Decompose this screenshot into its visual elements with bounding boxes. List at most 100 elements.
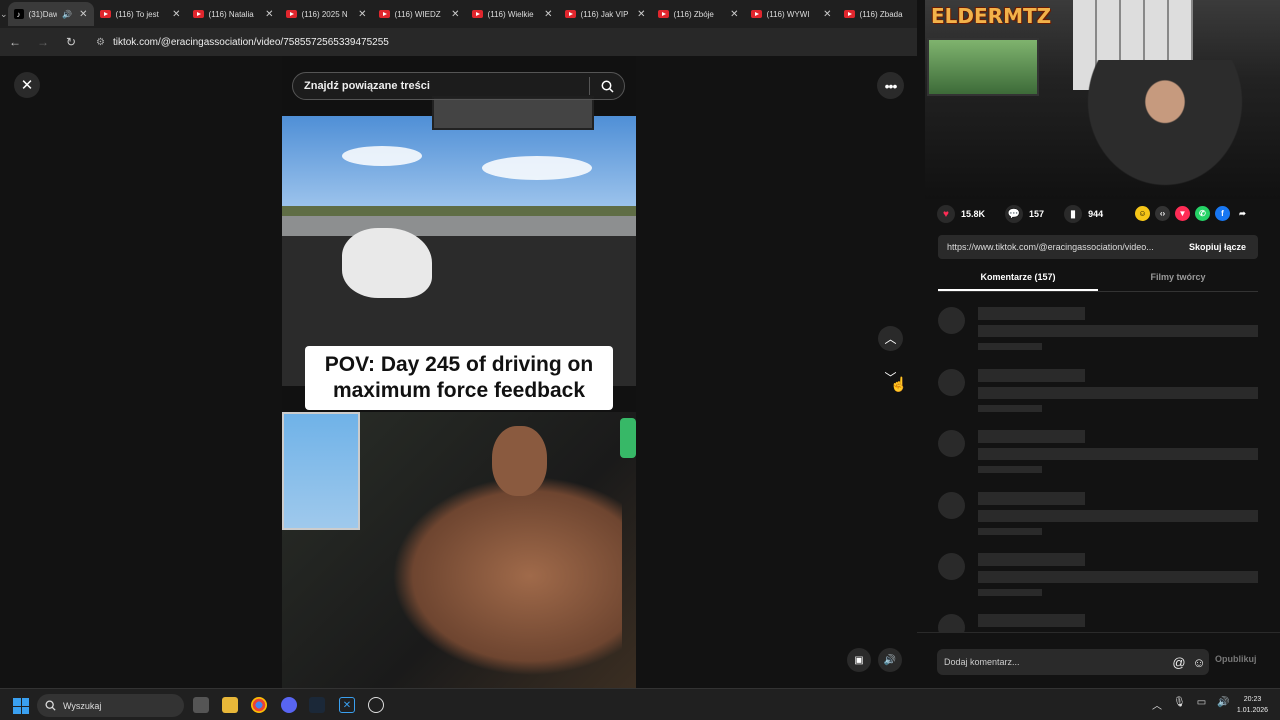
clock[interactable]: 20:23 1.01.2026 [1230,694,1275,716]
video-driver-head [492,426,547,496]
windows-start-icon[interactable] [13,698,29,714]
emoji-icon[interactable]: ☺ [1189,655,1209,670]
tab-title: (31)Daw [28,9,58,19]
like-count: 15.8K [961,209,986,219]
app-icon[interactable]: ✕ [339,697,355,713]
url-field[interactable]: ⚙ tiktok.com/@eracingassociation/video/7… [96,37,389,48]
repost-icon[interactable]: ▼ [1175,206,1190,221]
discord-icon[interactable] [281,697,297,713]
webcam-overlay: ELDERMTZ [925,0,1280,199]
tiktok-icon: ♪ [13,9,24,19]
video-green-light [620,418,636,458]
tab-title: (116) Wielkie [487,9,534,19]
share-link[interactable]: https://www.tiktok.com/@eracingassociati… [938,242,1177,252]
tab-search-chevron-icon[interactable]: ⌄ [0,0,8,28]
bookmark-icon[interactable]: ▮ [1064,205,1083,223]
tab-title: (116) To jest [115,9,159,19]
search-icon[interactable] [590,80,624,93]
taskbar-search[interactable]: Wyszukaj [37,694,184,717]
volume-icon[interactable]: 🔊 [878,648,902,672]
reload-icon[interactable]: ↻ [64,35,78,49]
display-icon[interactable]: ▭ [1197,697,1206,712]
comment-placeholder[interactable]: Dodaj komentarz... [944,657,1169,667]
browser-tab[interactable]: (116) Natalia ✕ [187,2,280,26]
tab-comments[interactable]: Komentarze (157) [938,266,1098,291]
tray-chevron-icon[interactable]: ︿ [1152,697,1162,712]
more-options-icon[interactable]: ••• [877,72,904,99]
comment-icon[interactable]: 💬 [1005,205,1024,223]
browser-tab[interactable]: (116) To jest ✕ [94,2,187,26]
close-tab-icon[interactable]: ✕ [823,9,831,20]
webcam-aquarium [927,38,1039,96]
mouse-pointer-icon: ☝ [890,376,908,392]
video-caption: POV: Day 245 of driving on maximum force… [305,346,613,410]
browser-tab[interactable]: (116) Zbóje ✕ [652,2,745,26]
facebook-icon[interactable]: f [1215,206,1230,221]
save-count: 944 [1088,209,1104,219]
close-tab-icon[interactable]: ✕ [79,9,87,20]
browser-tab[interactable]: (116) WYWI ✕ [745,2,838,26]
taskbar-search-placeholder[interactable]: Wyszukaj [63,701,101,711]
mention-icon[interactable]: @ [1169,655,1189,670]
browser-tab[interactable]: (116) WIEDZ ✕ [373,2,466,26]
share-arrow-icon[interactable]: ➦ [1235,206,1250,221]
browser-tab[interactable]: (116) 2025 N ✕ [280,2,373,26]
back-icon[interactable]: ← [8,35,22,49]
share-icons: ☺ ‹› ▼ ✆ f ➦ [1135,206,1250,221]
tab-title: (116) WIEDZ [394,9,441,19]
obs-icon[interactable] [368,697,384,713]
video-driver [392,476,622,676]
close-tab-icon[interactable]: ✕ [730,9,738,20]
search-input[interactable]: Znajdź powiązane treści [293,80,589,92]
close-icon[interactable]: ✕ [14,72,40,98]
like-icon[interactable]: ♥ [937,205,955,223]
video-cloud [482,156,592,180]
task-view-icon[interactable] [193,697,209,713]
youtube-icon [564,10,576,18]
youtube-icon [285,10,297,18]
url-text[interactable]: tiktok.com/@eracingassociation/video/758… [113,37,389,48]
previous-video-icon[interactable]: ︿ [878,326,903,351]
browser-tab[interactable]: (116) Jak VIP ✕ [559,2,652,26]
close-tab-icon[interactable]: ✕ [544,9,552,20]
post-button[interactable]: Opublikuj [1215,654,1257,664]
close-tab-icon[interactable]: ✕ [172,9,180,20]
steam-icon[interactable] [309,697,325,713]
comment-skeleton [938,369,1258,419]
close-tab-icon[interactable]: ✕ [265,9,273,20]
browser-tab[interactable]: ♪ (31)Daw 🔊 ✕ [7,2,94,26]
time-text: 20:23 [1243,696,1262,703]
close-tab-icon[interactable]: ✕ [637,9,645,20]
tab-title: (116) Natalia [208,9,254,19]
copy-link-button[interactable]: Skopiuj łącze [1177,242,1258,252]
browser-tab[interactable]: (116) Zbada [838,2,925,26]
browser-tab-strip: ⌄ ♪ (31)Daw 🔊 ✕ (116) To jest ✕ (116) Nat… [0,0,925,28]
tab-creator-videos[interactable]: Filmy twórcy [1098,266,1258,291]
floating-player-icon[interactable]: ▣ [847,648,871,672]
site-settings-icon[interactable]: ⚙ [96,37,105,48]
youtube-icon [750,10,762,18]
microphone-icon[interactable]: 🎙 [1173,697,1186,712]
volume-icon[interactable]: 🔊 [1217,697,1229,712]
comment-input[interactable]: Dodaj komentarz... @ ☺ [937,649,1209,675]
browser-tab[interactable]: (116) Wielkie ✕ [466,2,559,26]
whatsapp-icon[interactable]: ✆ [1195,206,1210,221]
video-player[interactable]: POV: Day 245 of driving on maximum force… [282,56,636,688]
tab-title: (116) Zbóje [673,9,714,19]
comment-count: 157 [1029,209,1045,219]
coin-icon[interactable]: ☺ [1135,206,1150,221]
chrome-icon[interactable] [251,697,267,713]
youtube-icon [471,10,483,18]
related-search-bar[interactable]: Znajdź powiązane treści [292,72,625,100]
comment-skeleton [938,553,1258,603]
file-explorer-icon[interactable] [222,697,238,713]
forward-icon[interactable]: → [36,35,50,49]
embed-icon[interactable]: ‹› [1155,206,1170,221]
speaker-icon[interactable]: 🔊 [62,10,72,19]
close-tab-icon[interactable]: ✕ [358,9,366,20]
close-tab-icon[interactable]: ✕ [451,9,459,20]
engagement-stats: ♥ 15.8K 💬 157 ▮ 944 [937,205,1103,223]
taskbar: Wyszukaj ✕ ︿ 🎙 ▭ 🔊 20:23 1.01.2026 [0,688,1280,720]
video-page: ✕ POV: Day 245 of driving on maximum for… [0,56,917,688]
video-rearview-mirror [432,96,594,130]
